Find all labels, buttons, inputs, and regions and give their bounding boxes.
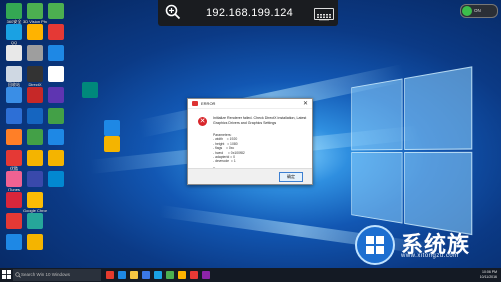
remote-toolbar: 192.168.199.124 (158, 0, 338, 26)
app-icon (48, 87, 64, 103)
windows-start-icon[interactable] (2, 270, 11, 279)
status-dot-icon (462, 6, 472, 16)
desktop-icon[interactable] (78, 82, 102, 98)
taskbar-search-box[interactable]: Search Win 10 Windows (13, 269, 101, 281)
app-icon (104, 136, 120, 152)
system-clock[interactable]: 10:06 PM 10/11/2016 (480, 270, 497, 279)
app-icon (6, 45, 22, 61)
desktop-icon[interactable] (44, 171, 68, 187)
desktop-icon[interactable] (23, 213, 47, 229)
desktop-icon[interactable]: Google Chrome (23, 192, 47, 213)
desktop-icon[interactable] (100, 120, 124, 136)
taskbar-explorer-icon[interactable] (130, 271, 138, 279)
app-icon (6, 129, 22, 145)
app-icon (6, 150, 22, 166)
app-icon (27, 45, 43, 61)
dialog-title: ERROR (201, 101, 216, 106)
app-icon (48, 171, 64, 187)
app-icon (27, 87, 43, 103)
taskbar-app-icon[interactable] (178, 271, 186, 279)
desktop-icon[interactable] (44, 45, 68, 61)
app-icon (27, 171, 43, 187)
error-dialog: ERROR ✕ ✕ Initialize Renderer failed. Ch… (187, 98, 313, 185)
desktop-icon[interactable] (44, 3, 68, 19)
app-icon (27, 213, 43, 229)
taskbar-app-icon[interactable] (202, 271, 210, 279)
dialog-titlebar[interactable]: ERROR ✕ (188, 99, 312, 109)
parameters-heading: Parameters: (213, 133, 232, 137)
desktop-icon[interactable] (44, 66, 68, 82)
app-icon (6, 108, 22, 124)
app-icon (6, 87, 22, 103)
taskbar: Search Win 10 Windows 10:06 PM 10/11/201… (0, 268, 501, 282)
desktop-icon[interactable] (44, 24, 68, 40)
taskbar-app-icon[interactable] (166, 271, 174, 279)
app-icon (48, 24, 64, 40)
app-icon (6, 234, 22, 250)
app-icon (27, 150, 43, 166)
app-icon (27, 234, 43, 250)
desktop-icon[interactable] (44, 129, 68, 145)
app-icon (6, 66, 22, 82)
desktop-icon[interactable] (44, 108, 68, 124)
app-icon (6, 171, 22, 187)
app-icon (27, 3, 43, 19)
app-icon (48, 66, 64, 82)
app-icon (27, 108, 43, 124)
taskbar-store-icon[interactable] (142, 271, 150, 279)
taskbar-app-icon[interactable] (190, 271, 198, 279)
app-icon (27, 192, 43, 208)
app-icon (6, 3, 22, 19)
error-message: Initialize Renderer failed. Check Direct… (213, 116, 307, 125)
desktop-icon[interactable] (44, 87, 68, 103)
app-icon (48, 150, 64, 166)
app-icon (48, 129, 64, 145)
taskbar-qq-icon[interactable] (154, 271, 162, 279)
desktop-icon[interactable] (100, 136, 124, 152)
dialog-footer: 确定 (188, 168, 312, 184)
app-icon (192, 101, 198, 106)
app-icon (27, 24, 43, 40)
app-icon (6, 192, 22, 208)
watermark-url: www.xitongzu.com (401, 253, 459, 259)
ok-button[interactable]: 确定 (279, 172, 303, 182)
keyboard-icon[interactable] (314, 8, 334, 21)
clock-time: 10:06 PM (482, 270, 497, 274)
desktop-icon[interactable] (44, 150, 68, 166)
error-parameters: Parameters: - width = 1920 - height = 10… (213, 133, 245, 164)
taskbar-app-icon[interactable] (106, 271, 114, 279)
app-icon (27, 66, 43, 82)
app-icon (48, 45, 64, 61)
desktop-icon[interactable] (23, 234, 47, 250)
app-icon (27, 129, 43, 145)
error-icon: ✕ (198, 117, 207, 126)
app-icon (48, 3, 64, 19)
taskbar-edge-icon[interactable] (118, 271, 126, 279)
clock-date: 10/11/2016 (479, 274, 497, 279)
app-icon (6, 213, 22, 229)
parameters-list: - width = 1920 - height = 1080 - flags =… (213, 137, 245, 164)
app-icon (48, 108, 64, 124)
watermark-logo-icon (355, 225, 395, 265)
app-icon (6, 24, 22, 40)
app-icon (82, 82, 98, 98)
status-label: ON (474, 8, 481, 13)
connection-status-toggle[interactable]: ON (460, 4, 498, 18)
remote-address: 192.168.199.124 (206, 7, 294, 19)
app-icon (104, 120, 120, 136)
close-icon[interactable]: ✕ (303, 100, 308, 107)
windows-logo-wallpaper (351, 65, 476, 240)
search-placeholder: Search Win 10 Windows (21, 272, 71, 277)
zoom-in-icon[interactable] (165, 4, 181, 20)
